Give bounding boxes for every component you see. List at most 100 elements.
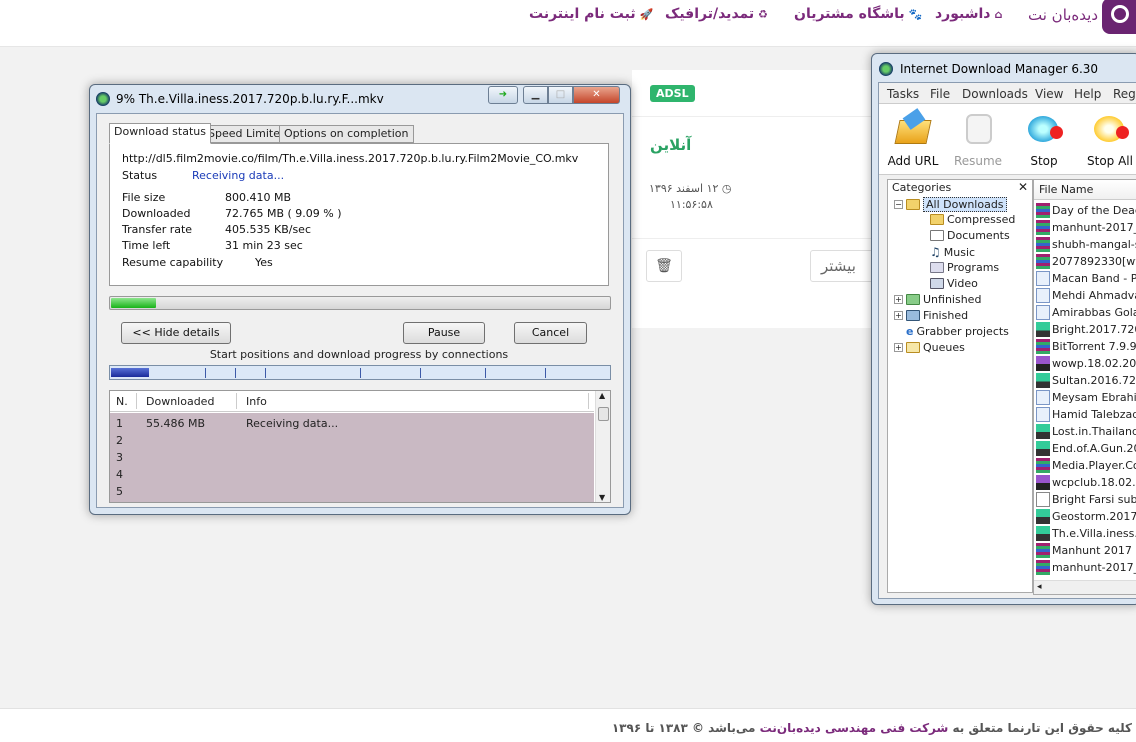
- file-list-item[interactable]: shubh-mangal-sa: [1036, 236, 1136, 253]
- file-list-item[interactable]: Manhunt 2017 7: [1036, 542, 1136, 559]
- column-header-downloaded[interactable]: Downloaded: [146, 395, 214, 408]
- minimize-button[interactable]: ▁: [523, 86, 548, 104]
- file-list-item[interactable]: Day of the Dead: [1036, 202, 1136, 219]
- close-icon[interactable]: ✕: [1018, 179, 1028, 195]
- menu-file[interactable]: File: [930, 87, 950, 101]
- column-header-info[interactable]: Info: [246, 395, 267, 408]
- file-name: shubh-mangal-sa: [1052, 238, 1136, 251]
- file-list-item[interactable]: Hamid Talebzade: [1036, 406, 1136, 423]
- nav-register-internet[interactable]: 🚀 ثبت نام اینترنت: [529, 6, 653, 22]
- vertical-scrollbar[interactable]: ▲ ▼: [595, 391, 610, 502]
- category-programs[interactable]: Programs: [930, 261, 999, 274]
- minimize-to-tray-button[interactable]: ➜: [488, 86, 518, 104]
- category-documents[interactable]: Documents: [930, 229, 1010, 242]
- connection-start-marker: [265, 368, 266, 378]
- delete-button[interactable]: 🗑: [646, 250, 682, 282]
- file-list-item[interactable]: Lost.in.Thailand.: [1036, 423, 1136, 440]
- file-name: wcpclub.18.02.2: [1052, 476, 1136, 489]
- category-music[interactable]: ♫ Music: [930, 245, 975, 259]
- menu-downloads[interactable]: Downloads: [962, 87, 1028, 101]
- menu-registration[interactable]: Regi: [1113, 87, 1136, 101]
- scroll-thumb[interactable]: [598, 407, 609, 421]
- category-all-downloads[interactable]: − All Downloads: [894, 197, 1007, 212]
- company-link[interactable]: شرکت فنی مهندسی دیده‌بان‌نت: [760, 721, 949, 735]
- tab-download-status[interactable]: Download status: [109, 123, 211, 144]
- close-button[interactable]: ✕: [573, 86, 620, 104]
- nav-customer-club[interactable]: 🐾 باشگاه مشتریان: [794, 6, 922, 22]
- idm-toolbar: Add URL Resume Stop Stop All: [879, 103, 1136, 175]
- file-list-item[interactable]: Bright Farsi subti: [1036, 491, 1136, 508]
- connection-number: 2: [116, 434, 123, 447]
- menu-view[interactable]: View: [1035, 87, 1063, 101]
- nav-dashboard[interactable]: ⌂ داشبورد: [935, 6, 1002, 22]
- stop-all-button[interactable]: Stop All: [1079, 110, 1136, 168]
- connection-row[interactable]: 2: [110, 432, 594, 449]
- category-label: Queues: [923, 341, 965, 354]
- category-label: Programs: [947, 261, 1000, 274]
- scroll-up-icon[interactable]: ▲: [599, 391, 605, 400]
- pause-button[interactable]: Pause: [403, 322, 485, 344]
- category-compressed[interactable]: Compressed: [930, 213, 1015, 226]
- mkv-file-icon: [1036, 526, 1050, 541]
- category-label: Documents: [947, 229, 1010, 242]
- expand-icon[interactable]: +: [894, 311, 903, 320]
- menu-help[interactable]: Help: [1074, 87, 1101, 101]
- scroll-down-icon[interactable]: ▼: [599, 493, 605, 502]
- file-name: Macan Band - Pis: [1052, 272, 1136, 285]
- mkv-file-icon: [1036, 441, 1050, 456]
- category-grabber-projects[interactable]: e Grabber projects: [906, 325, 1009, 338]
- folder-icon: [906, 342, 920, 353]
- file-list-item[interactable]: Bright.2017.720p: [1036, 321, 1136, 338]
- file-list-item[interactable]: Geostorm.2017.7: [1036, 508, 1136, 525]
- column-header-file-name[interactable]: File Name: [1034, 180, 1136, 200]
- connection-row[interactable]: 5: [110, 483, 594, 500]
- file-list-item[interactable]: manhunt-2017_f: [1036, 559, 1136, 576]
- tab-options-on-completion[interactable]: Options on completion: [279, 125, 414, 143]
- nav-renew-traffic[interactable]: ♻ تمدید/ترافیک: [665, 6, 768, 22]
- txt-file-icon: [1036, 492, 1050, 507]
- expand-icon[interactable]: +: [894, 295, 903, 304]
- last-connection-time: ۱۱:۵۶:۵۸: [670, 198, 713, 211]
- connection-row[interactable]: 3: [110, 449, 594, 466]
- cancel-button[interactable]: Cancel: [514, 322, 587, 344]
- connection-row[interactable]: 4: [110, 466, 594, 483]
- file-list-item[interactable]: 2077892330[ww: [1036, 253, 1136, 270]
- collapse-icon[interactable]: −: [894, 200, 903, 209]
- brand-logo[interactable]: [1102, 0, 1136, 34]
- category-video[interactable]: Video: [930, 277, 978, 290]
- download-arrow-icon: [906, 294, 920, 305]
- tab-speed-limiter[interactable]: Speed Limiter: [203, 125, 290, 143]
- add-url-button[interactable]: Add URL: [882, 108, 944, 168]
- file-list-item[interactable]: Amirabbas Golab: [1036, 304, 1136, 321]
- file-list-item[interactable]: Sultan.2016.720: [1036, 372, 1136, 389]
- connection-row[interactable]: 1 55.486 MB Receiving data...: [110, 415, 594, 432]
- file-list-item[interactable]: Meysam Ebrahim: [1036, 389, 1136, 406]
- file-name: 2077892330[ww: [1052, 255, 1136, 268]
- category-unfinished[interactable]: + Unfinished: [894, 293, 981, 306]
- brand-name[interactable]: دیده‌بان نت: [1028, 6, 1098, 24]
- copyright-suffix: می‌باشد © ۱۳۸۳ تا ۱۳۹۶: [611, 721, 756, 735]
- scroll-left-icon[interactable]: ◂: [1037, 582, 1042, 592]
- file-list-item[interactable]: wcpclub.18.02.2: [1036, 474, 1136, 491]
- file-list-item[interactable]: Mehdi Ahmadvan: [1036, 287, 1136, 304]
- hide-details-button[interactable]: << Hide details: [121, 322, 231, 344]
- file-list-item[interactable]: Th.e.Villa.iness.2: [1036, 525, 1136, 542]
- file-list-item[interactable]: Media.Player.Coc: [1036, 457, 1136, 474]
- resume-button[interactable]: Resume: [947, 110, 1009, 168]
- maximize-button[interactable]: □: [548, 86, 573, 104]
- file-list-item[interactable]: BitTorrent 7.9.9: [1036, 338, 1136, 355]
- file-list-item[interactable]: manhunt-2017_f: [1036, 219, 1136, 236]
- file-list-item[interactable]: End.of.A.Gun.20: [1036, 440, 1136, 457]
- category-finished[interactable]: + Finished: [894, 309, 968, 322]
- file-list-item[interactable]: Macan Band - Pis: [1036, 270, 1136, 287]
- file-name: Th.e.Villa.iness.2: [1052, 527, 1136, 540]
- stop-button[interactable]: Stop: [1013, 110, 1075, 168]
- menu-tasks[interactable]: Tasks: [887, 87, 919, 101]
- connection-start-marker: [485, 368, 486, 378]
- category-queues[interactable]: + Queues: [894, 341, 965, 354]
- category-label: Finished: [923, 309, 969, 322]
- column-header-n[interactable]: N.: [116, 395, 128, 408]
- expand-icon[interactable]: +: [894, 343, 903, 352]
- horizontal-scrollbar[interactable]: ◂: [1034, 580, 1136, 594]
- file-list-item[interactable]: wowp.18.02.20.: [1036, 355, 1136, 372]
